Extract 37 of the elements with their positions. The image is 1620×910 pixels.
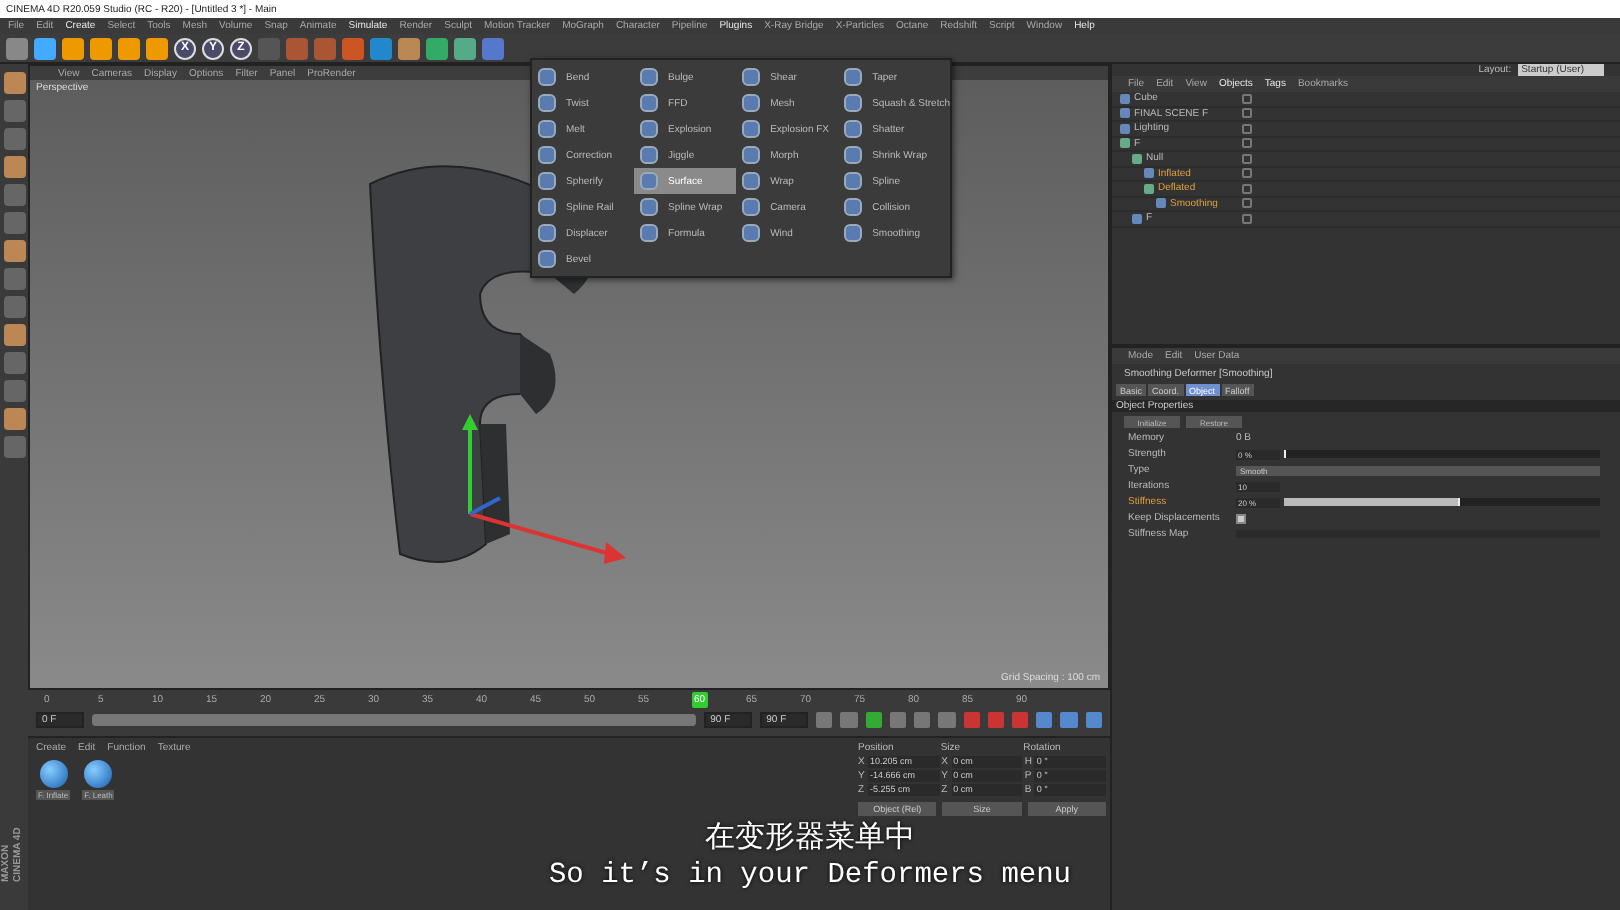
toolbar-icon[interactable] (90, 37, 112, 59)
toolbar-icon[interactable] (482, 37, 504, 59)
tool-icon[interactable] (3, 72, 25, 94)
range-slider[interactable] (92, 714, 697, 726)
toolbar-icon[interactable] (370, 37, 392, 59)
toolbar-icon[interactable] (6, 37, 28, 59)
tool-icon[interactable] (3, 380, 25, 402)
tool-icon[interactable] (3, 324, 25, 346)
tool-icon[interactable] (3, 240, 25, 262)
subtitle: So it’s in your Deformers menu (548, 860, 1072, 892)
tool-icon[interactable] (3, 352, 25, 374)
tool-icon[interactable] (3, 100, 25, 122)
toolbar-icon[interactable] (62, 37, 84, 59)
toolbar-icon[interactable] (342, 37, 364, 59)
viewport[interactable] (28, 64, 1110, 690)
toolbar-icon[interactable] (118, 37, 140, 59)
material-swatch[interactable] (39, 760, 68, 788)
toolbar-icon[interactable] (314, 37, 336, 59)
subtitle: 在变形器菜单中 (705, 818, 915, 856)
checkbox[interactable] (1236, 513, 1246, 523)
tool-icon[interactable] (3, 408, 25, 430)
toolbar-icon[interactable] (286, 37, 308, 59)
tool-icon[interactable] (3, 128, 25, 150)
tool-icon[interactable] (3, 184, 25, 206)
slider-track[interactable] (1284, 498, 1600, 506)
toolbar-icon[interactable] (398, 37, 420, 59)
material-swatch[interactable] (84, 760, 113, 788)
tool-icon[interactable] (3, 156, 25, 178)
tool-icon[interactable] (3, 212, 25, 234)
toolbar-icon[interactable] (454, 37, 476, 59)
toolbar-icon[interactable] (146, 37, 168, 59)
object-icon (1132, 213, 1142, 224)
toolbar-icon[interactable] (426, 37, 448, 59)
tool-icon[interactable] (3, 296, 25, 318)
tool-icon[interactable] (3, 268, 25, 290)
tool-icon[interactable] (3, 436, 25, 458)
toolbar-icon[interactable] (34, 37, 56, 59)
